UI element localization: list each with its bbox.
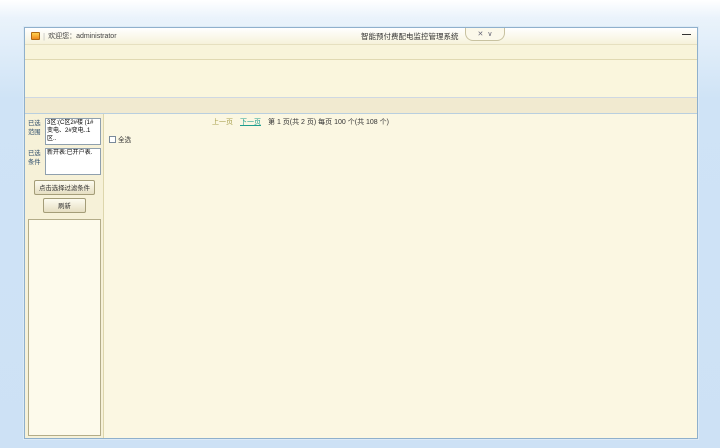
- refresh-button[interactable]: 刷新: [43, 198, 86, 213]
- sidebar: 已选范围 3区:(C区2#楼 (1#变电、2#变电..1区.. 已选条件 新开表…: [25, 114, 104, 438]
- prev-page-link[interactable]: 上一页: [212, 117, 233, 127]
- window-title: 智能预付费配电监控管理系统: [361, 31, 459, 42]
- ribbon: [25, 60, 697, 98]
- main-area: 已选范围 3区:(C区2#楼 (1#变电、2#变电..1区.. 已选条件 新开表…: [25, 114, 697, 438]
- menu-bar: [25, 45, 697, 60]
- selected-range-label: 已选范围: [28, 118, 43, 145]
- welcome-text: 欢迎您：administrator: [48, 31, 116, 41]
- selected-condition-input[interactable]: 新开表:已开户表.: [45, 148, 101, 175]
- next-page-link[interactable]: 下一页: [240, 117, 261, 127]
- app-window: | 欢迎您：administrator 智能预付费配电监控管理系统 ✕∨ — 已…: [24, 27, 698, 439]
- close-icon[interactable]: ✕: [478, 30, 484, 38]
- select-all-checkbox[interactable]: [109, 136, 116, 143]
- titlebar: | 欢迎您：administrator 智能预付费配电监控管理系统 ✕∨ —: [25, 28, 697, 45]
- content-area: 上一页 下一页 第 1 页(共 2 页) 每页 100 个(共 108 个) 全…: [104, 114, 697, 438]
- page-info: 第 1 页(共 2 页) 每页 100 个(共 108 个): [268, 117, 389, 127]
- selected-condition-label: 已选条件: [28, 148, 43, 175]
- action-toolbar: 全选: [109, 134, 131, 144]
- filter-select-button[interactable]: 点击选择过滤条件: [34, 180, 95, 195]
- app-icon: [31, 32, 40, 40]
- room-card-grid: [107, 154, 694, 434]
- building-tree: [28, 219, 101, 436]
- minimize-icon[interactable]: —: [682, 29, 691, 39]
- titlebar-separator: |: [43, 32, 45, 41]
- selected-range-input[interactable]: 3区:(C区2#楼 (1#变电、2#变电..1区..: [45, 118, 101, 145]
- window-controls: ✕∨: [465, 28, 505, 41]
- document-tabs: [25, 98, 697, 114]
- select-all-label: 全选: [118, 134, 131, 144]
- chevron-down-icon[interactable]: ∨: [487, 30, 492, 38]
- pagination: 上一页 下一页 第 1 页(共 2 页) 每页 100 个(共 108 个): [212, 117, 389, 127]
